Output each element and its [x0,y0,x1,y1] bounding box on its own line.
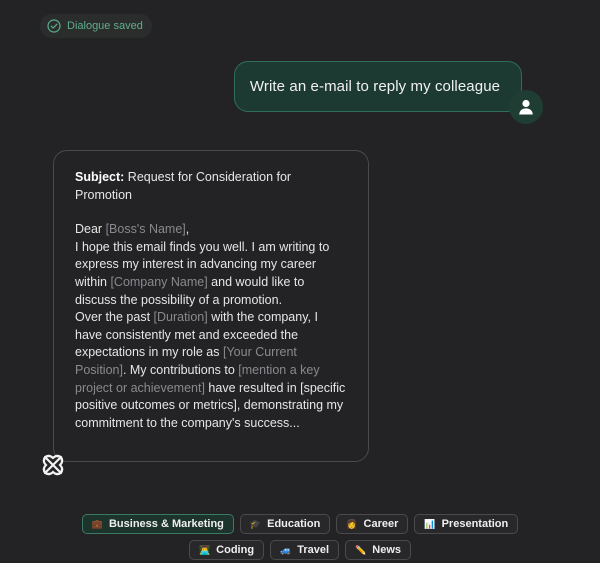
pencil-icon: ✏️ [355,544,367,555]
chip-label: Presentation [441,518,509,530]
placeholder-duration: [Duration] [153,310,208,325]
email-paragraph-1: I hope this email finds you well. I am w… [75,239,348,309]
placeholder-company-name: [Company Name] [110,274,208,289]
chip-label: Business & Marketing [108,518,224,530]
email-body: Dear [Boss's Name], I hope this email fi… [75,221,348,432]
greeting-prefix: Dear [75,222,106,237]
ai-response-card: Subject: Request for Consideration for P… [53,150,369,462]
developer-icon: 👨‍💻 [198,544,211,555]
category-chips-row-2: 👨‍💻 Coding 🚙 Travel ✏️ News [0,540,600,560]
category-chip-presentation[interactable]: 📊 Presentation [414,514,519,534]
category-chip-news[interactable]: ✏️ News [345,540,412,560]
chip-label: News [372,544,402,556]
graduation-cap-icon: 🎓 [249,518,262,529]
category-chips-row-1: 💼 Business & Marketing 🎓 Education 👩 Car… [0,514,600,534]
category-chip-business-marketing[interactable]: 💼 Business & Marketing [81,514,234,534]
user-avatar[interactable] [509,90,543,124]
email-greeting: Dear [Boss's Name], [75,221,348,239]
user-message-text: Write an e-mail to reply my colleague [249,78,501,95]
email-subject: Subject: Request for Consideration for P… [75,169,348,204]
category-chip-education[interactable]: 🎓 Education [239,514,331,534]
category-chip-career[interactable]: 👩 Career [336,514,409,534]
placeholder-boss-name: [Boss's Name] [105,222,186,237]
car-icon: 🚙 [280,544,292,555]
briefcase-icon: 💼 [91,518,103,529]
subject-label: Subject: [75,170,125,184]
chip-label: Coding [216,544,255,556]
chip-label: Career [363,518,399,530]
paragraph-2-text-c: . My contributions to [122,362,239,377]
dialogue-saved-text: Dialogue saved [67,20,143,32]
dialogue-saved-badge: Dialogue saved [40,14,152,38]
user-icon [517,98,535,116]
category-chip-travel[interactable]: 🚙 Travel [270,540,340,560]
category-chip-coding[interactable]: 👨‍💻 Coding [188,540,265,560]
person-icon: 👩 [346,518,358,529]
user-message-bubble: Write an e-mail to reply my colleague [234,61,522,112]
paragraph-2-text-a: Over the past [75,310,154,325]
chip-label: Education [267,518,321,530]
chip-label: Travel [297,544,330,556]
email-paragraph-2: Over the past [Duration] with the compan… [75,309,348,432]
bar-chart-icon: 📊 [424,518,436,529]
ai-knot-logo-icon [39,451,67,479]
greeting-suffix: , [185,222,190,237]
check-circle-icon [47,19,61,33]
